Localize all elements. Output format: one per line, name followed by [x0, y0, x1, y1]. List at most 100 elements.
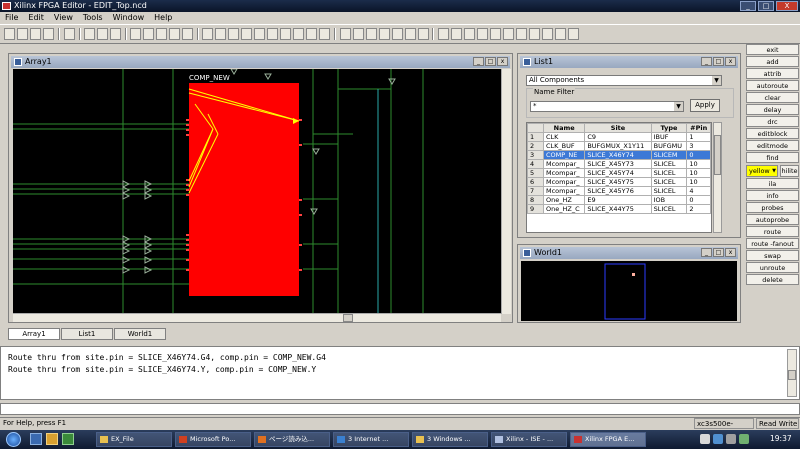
- delay-button[interactable]: delay: [746, 104, 799, 115]
- maximize-button[interactable]: □: [758, 1, 774, 11]
- autoroute-button[interactable]: autoroute: [746, 80, 799, 91]
- chevron-down-icon[interactable]: ▼: [674, 102, 683, 111]
- switch-icon[interactable]: [379, 28, 390, 40]
- hilite-color-dropdown[interactable]: yellow ▼: [746, 165, 778, 177]
- swap-button[interactable]: swap: [746, 250, 799, 261]
- list-close-button[interactable]: x: [725, 57, 736, 66]
- table-row[interactable]: 2 CLK_BUF BUFGMUX_X1Y11 BUFGMU 3: [527, 141, 711, 151]
- grid-icon[interactable]: [84, 28, 95, 40]
- array-vertical-scrollbar[interactable]: [501, 69, 511, 314]
- layer-icon[interactable]: [490, 28, 501, 40]
- layer-icon[interactable]: [451, 28, 462, 40]
- scroll-thumb[interactable]: [343, 314, 353, 322]
- stop-icon[interactable]: [293, 28, 304, 40]
- taskbar-item[interactable]: ページ読み込...: [254, 432, 330, 447]
- cut-icon[interactable]: [64, 28, 75, 40]
- save-icon[interactable]: [30, 28, 41, 40]
- chevron-down-icon[interactable]: ▼: [712, 76, 721, 85]
- tray-icon[interactable]: [700, 434, 710, 444]
- zoom-selection-icon[interactable]: [254, 28, 265, 40]
- new-file-icon[interactable]: [4, 28, 15, 40]
- pin-icon[interactable]: [366, 28, 377, 40]
- menu-help[interactable]: Help: [149, 12, 177, 24]
- layer-icon[interactable]: [477, 28, 488, 40]
- window-icon[interactable]: [156, 28, 167, 40]
- tab-world1[interactable]: World1: [114, 328, 166, 340]
- ila-button[interactable]: ila: [746, 178, 799, 189]
- component-type-dropdown[interactable]: All Components ▼: [526, 75, 722, 86]
- editmode-button[interactable]: editmode: [746, 140, 799, 151]
- unroute-button[interactable]: unroute: [746, 262, 799, 273]
- menu-tools[interactable]: Tools: [78, 12, 108, 24]
- layer-icon[interactable]: [464, 28, 475, 40]
- wire-icon[interactable]: [340, 28, 351, 40]
- taskbar-item-active[interactable]: Xilinx FPGA E...: [570, 432, 646, 447]
- menu-file[interactable]: File: [0, 12, 23, 24]
- tray-icon[interactable]: [739, 434, 749, 444]
- start-button-icon[interactable]: [6, 432, 21, 447]
- world-overview-canvas[interactable]: [521, 261, 737, 321]
- route-icon[interactable]: [306, 28, 317, 40]
- table-row[interactable]: 7 Mcompar_ SLICE_X45Y76 SLICEL 4: [527, 186, 711, 196]
- menu-window[interactable]: Window: [108, 12, 150, 24]
- column-header-index[interactable]: [527, 123, 544, 133]
- clear-button[interactable]: clear: [746, 92, 799, 103]
- list-minimize-button[interactable]: _: [701, 57, 712, 66]
- component-icon[interactable]: [392, 28, 403, 40]
- table-row[interactable]: 5 Mcompar_ SLICE_X45Y74 SLICEL 10: [527, 168, 711, 178]
- console-scroll-thumb[interactable]: [788, 370, 796, 380]
- block-icon[interactable]: [405, 28, 416, 40]
- zoom-area-icon[interactable]: [241, 28, 252, 40]
- column-header-site[interactable]: Site: [584, 123, 652, 133]
- probes-button[interactable]: probes: [746, 202, 799, 213]
- window-icon[interactable]: [182, 28, 193, 40]
- array-minimize-button[interactable]: _: [473, 57, 484, 66]
- route-button[interactable]: route: [746, 226, 799, 237]
- editblock-button[interactable]: editblock: [746, 128, 799, 139]
- layer-icon[interactable]: [542, 28, 553, 40]
- table-row-selected[interactable]: 3 COMP_NE SLICE_X46Y74 SLICEM 0: [527, 150, 711, 160]
- zoom-in-icon[interactable]: [215, 28, 226, 40]
- layer-icon[interactable]: [503, 28, 514, 40]
- quick-launch-icon[interactable]: [62, 433, 74, 445]
- add-button[interactable]: add: [746, 56, 799, 67]
- column-header-name[interactable]: Name: [542, 123, 586, 133]
- menu-view[interactable]: View: [49, 12, 78, 24]
- taskbar-item[interactable]: Xilinx - ISE - ...: [491, 432, 567, 447]
- zoom-icon[interactable]: [267, 28, 278, 40]
- network-icon[interactable]: [713, 434, 723, 444]
- quick-launch-icon[interactable]: [46, 433, 58, 445]
- array-restore-button[interactable]: □: [485, 57, 496, 66]
- wire-icon[interactable]: [353, 28, 364, 40]
- layer-icon[interactable]: [555, 28, 566, 40]
- layer-icon[interactable]: [516, 28, 527, 40]
- exit-button[interactable]: exit: [746, 44, 799, 55]
- taskbar-item[interactable]: 3 Internet ...: [333, 432, 409, 447]
- drc-button[interactable]: drc: [746, 116, 799, 127]
- refresh-icon[interactable]: [280, 28, 291, 40]
- apply-button[interactable]: Apply: [690, 99, 720, 112]
- column-header-pins[interactable]: #Pin: [686, 123, 711, 133]
- tab-array1[interactable]: Array1: [8, 328, 60, 340]
- close-button[interactable]: X: [776, 1, 798, 11]
- delete-button[interactable]: delete: [746, 274, 799, 285]
- window-icon[interactable]: [169, 28, 180, 40]
- list-restore-button[interactable]: □: [713, 57, 724, 66]
- taskbar-item[interactable]: EX_File: [96, 432, 172, 447]
- array-horizontal-scrollbar[interactable]: [13, 313, 501, 322]
- name-filter-input[interactable]: * ▼: [530, 101, 684, 112]
- window-icon[interactable]: [143, 28, 154, 40]
- taskbar-item[interactable]: 3 Windows ...: [412, 432, 488, 447]
- text-icon[interactable]: [319, 28, 330, 40]
- array-close-button[interactable]: x: [497, 57, 508, 66]
- properties-icon[interactable]: [110, 28, 121, 40]
- zoom-fit-icon[interactable]: [202, 28, 213, 40]
- attrib-button[interactable]: attrib: [746, 68, 799, 79]
- macro-icon[interactable]: [418, 28, 429, 40]
- table-row[interactable]: 9 One_HZ_C SLICE_X44Y75 SLICEL 2: [527, 204, 711, 214]
- array-canvas[interactable]: COMP_NEW: [13, 69, 501, 314]
- column-header-type[interactable]: Type: [650, 123, 688, 133]
- console-scrollbar[interactable]: [787, 349, 797, 397]
- open-file-icon[interactable]: [17, 28, 28, 40]
- world-close-button[interactable]: x: [725, 248, 736, 257]
